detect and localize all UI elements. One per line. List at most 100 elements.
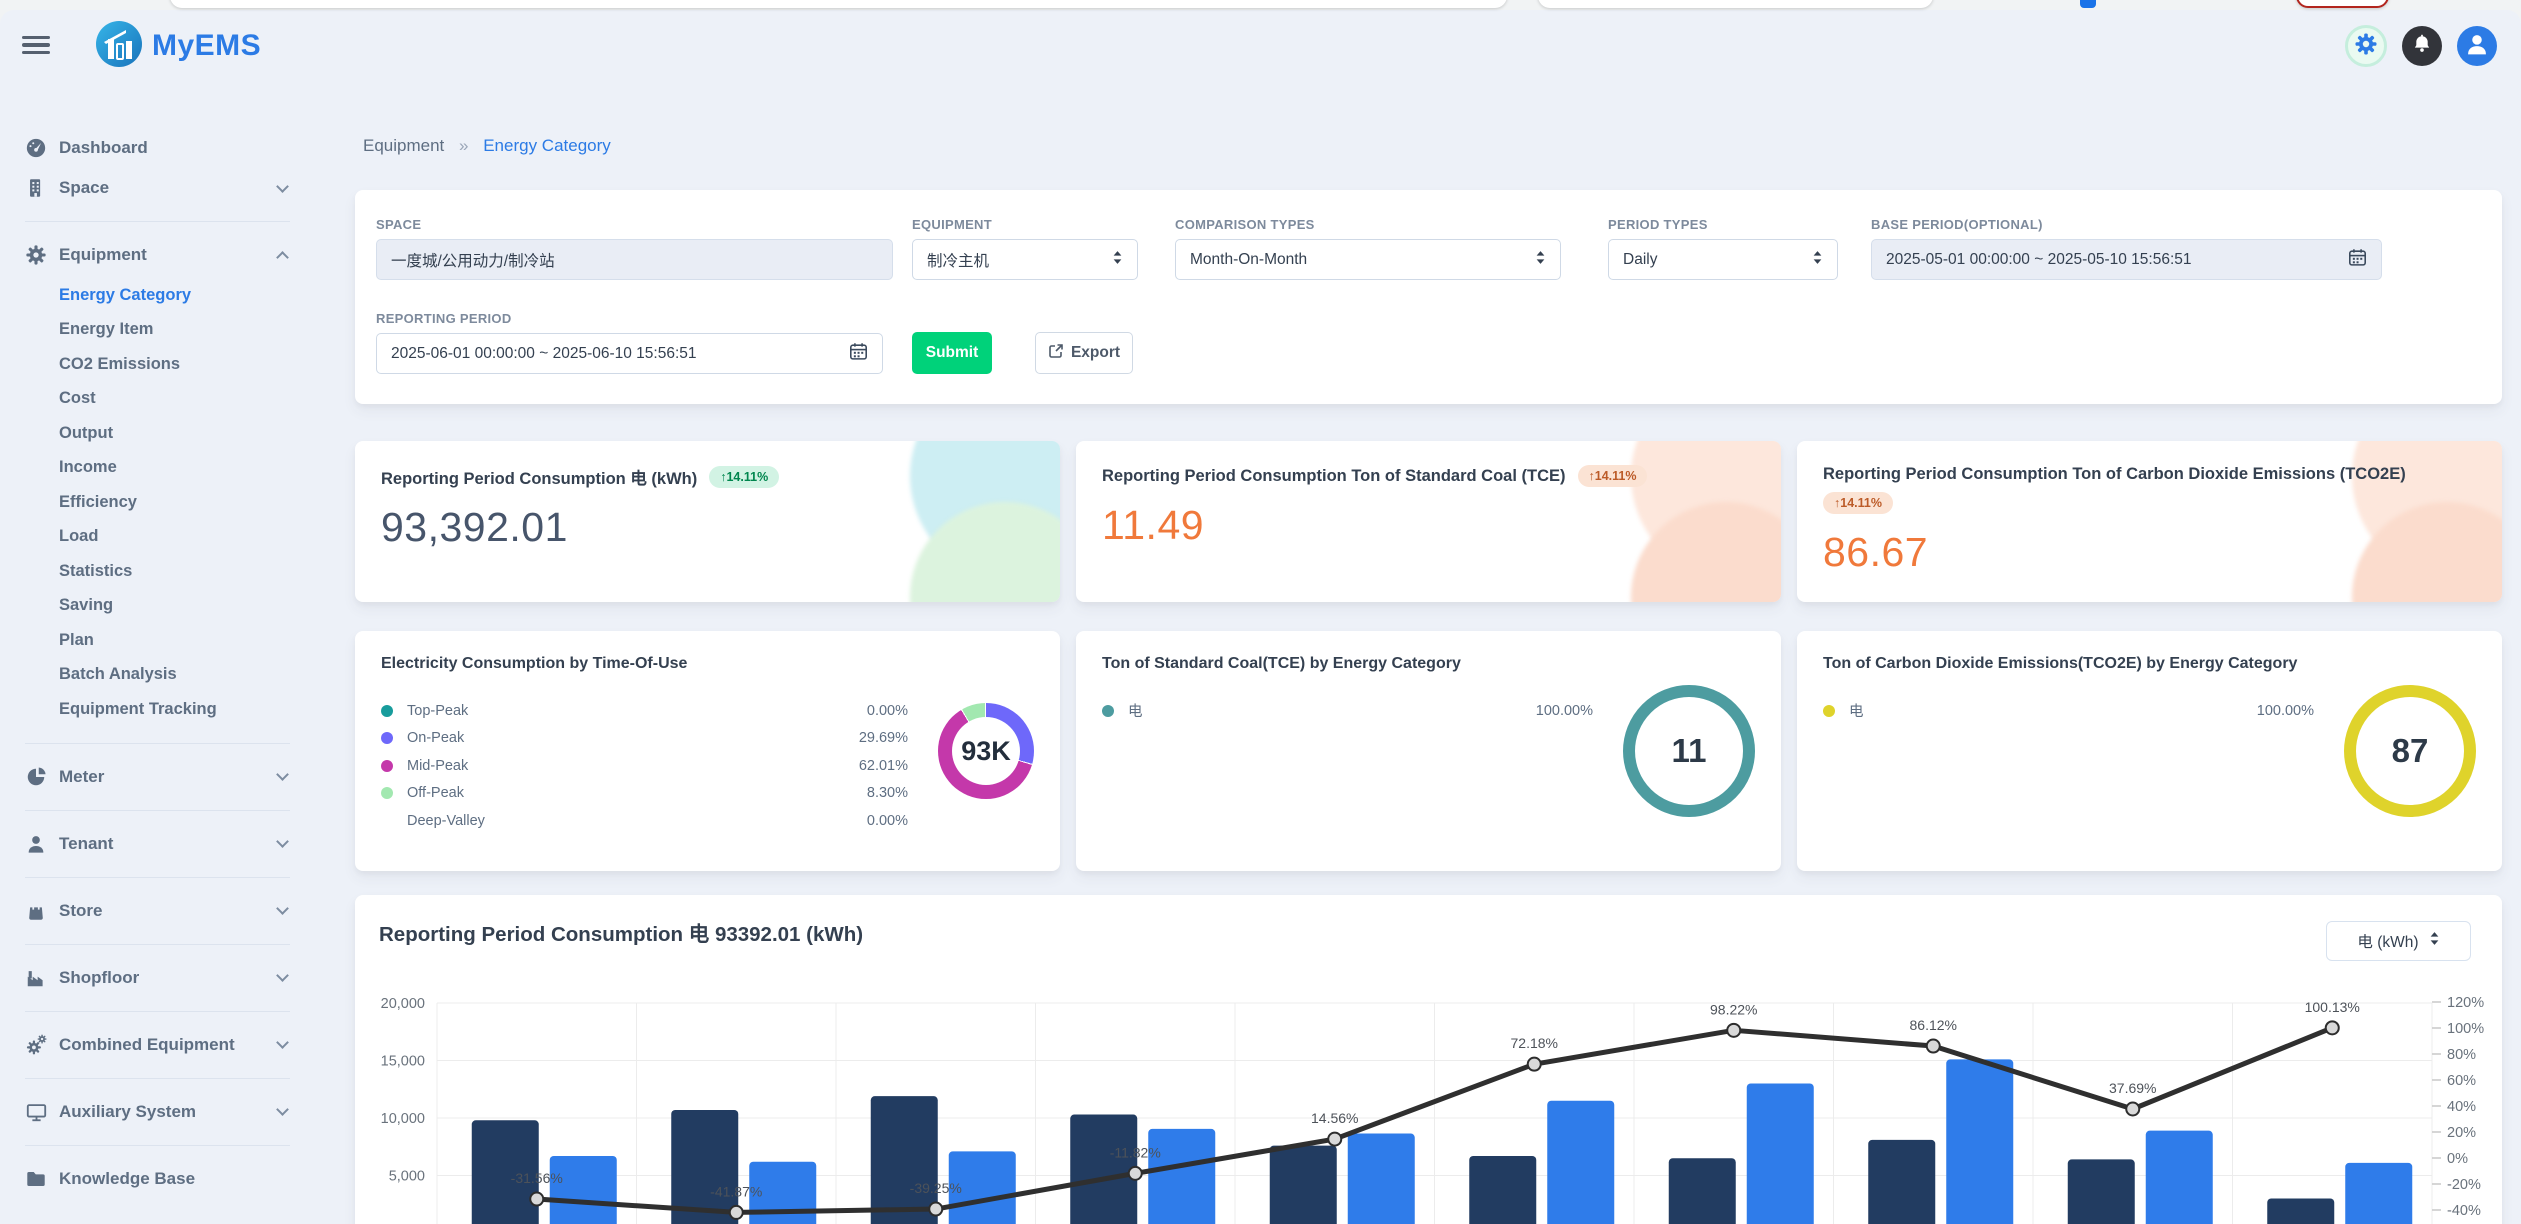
- donut-cards-row: Electricity Consumption by Time-Of-Use T…: [355, 631, 2502, 871]
- sidebar-item-dashboard[interactable]: Dashboard: [25, 131, 355, 165]
- legend-label: Mid-Peak: [407, 758, 468, 774]
- sidebar-subitem-load[interactable]: Load: [25, 520, 355, 555]
- sidebar-item-label: Space: [59, 178, 109, 198]
- legend-item-电[interactable]: 电 100.00%: [1102, 697, 1623, 725]
- person-icon: [2464, 31, 2490, 62]
- legend-item-电[interactable]: 电 100.00%: [1823, 697, 2344, 725]
- chevron-down-icon: [276, 768, 289, 781]
- breadcrumb-equipment[interactable]: Equipment: [363, 136, 444, 155]
- equipment-select[interactable]: 制冷主机: [912, 239, 1138, 280]
- sidebar-divider: [25, 221, 290, 222]
- legend-value: 100.00%: [2257, 703, 2344, 719]
- legend-dot: [381, 787, 393, 799]
- sidebar-subitem-cost[interactable]: Cost: [25, 382, 355, 417]
- legend-item-top-peak[interactable]: Top-Peak 0.00%: [381, 697, 938, 725]
- svg-text:-40%: -40%: [2447, 1203, 2481, 1219]
- period-types-select[interactable]: Daily: [1608, 239, 1838, 280]
- sidebar-subitem-batch-analysis[interactable]: Batch Analysis: [25, 658, 355, 693]
- brand-logo[interactable]: MyEMS: [96, 21, 261, 72]
- export-button[interactable]: Export: [1035, 332, 1133, 374]
- svg-text:15,000: 15,000: [381, 1054, 425, 1070]
- sidebar-subitem-output[interactable]: Output: [25, 416, 355, 451]
- comparison-select[interactable]: Month-On-Month: [1175, 239, 1561, 280]
- hamburger-menu-icon[interactable]: [22, 36, 50, 55]
- trend-badge: ↑14.11%: [709, 466, 779, 488]
- stat-card-title: Reporting Period Consumption 电 (kWh): [381, 465, 697, 489]
- sidebar-subitem-efficiency[interactable]: Efficiency: [25, 485, 355, 520]
- sidebar-item-store[interactable]: Store: [25, 894, 355, 928]
- legend-label: 电: [1849, 700, 1864, 721]
- sidebar-subitem-saving[interactable]: Saving: [25, 589, 355, 624]
- svg-text:72.18%: 72.18%: [1511, 1035, 1558, 1051]
- submit-button[interactable]: Submit: [912, 332, 992, 374]
- stat-card-1: Reporting Period Consumption Ton of Stan…: [1076, 441, 1781, 602]
- svg-text:-31.56%: -31.56%: [511, 1170, 563, 1186]
- base-period-input[interactable]: 2025-05-01 00:00:00 ~ 2025-05-10 15:56:5…: [1871, 239, 2382, 280]
- sidebar-item-knowledge-base[interactable]: Knowledge Base: [25, 1162, 355, 1196]
- brand-name: MyEMS: [152, 29, 261, 63]
- sidebar-subitem-plan[interactable]: Plan: [25, 623, 355, 658]
- sidebar-item-combined-equipment[interactable]: Combined Equipment: [25, 1028, 355, 1062]
- chevron-down-icon: [276, 902, 289, 915]
- base-period-label: BASE PERIOD(OPTIONAL): [1871, 217, 2382, 232]
- donut-card-title: Electricity Consumption by Time-Of-Use: [381, 655, 938, 673]
- sidebar-subitem-energy-category[interactable]: Energy Category: [25, 278, 355, 313]
- sidebar-subitem-equipment-tracking[interactable]: Equipment Tracking: [25, 692, 355, 727]
- sidebar-subitem-energy-item[interactable]: Energy Item: [25, 313, 355, 348]
- sidebar-divider: [25, 877, 290, 878]
- space-input[interactable]: 一度城/公用动力/制冷站: [376, 239, 893, 280]
- chevron-down-icon: [276, 180, 289, 193]
- legend-label: Deep-Valley: [407, 813, 485, 829]
- sidebar-item-space[interactable]: Space: [25, 171, 355, 205]
- sidebar-item-label: Meter: [59, 767, 104, 787]
- legend-item-deep-valley[interactable]: Deep-Valley 0.00%: [381, 807, 938, 835]
- breadcrumb-energy-category[interactable]: Energy Category: [483, 136, 611, 155]
- reporting-period-input[interactable]: 2025-06-01 00:00:00 ~ 2025-06-10 15:56:5…: [376, 333, 883, 374]
- space-label: SPACE: [376, 217, 893, 232]
- factory-icon: [25, 967, 47, 989]
- sidebar-item-label: Shopfloor: [59, 968, 139, 988]
- calendar-icon: [849, 342, 868, 366]
- svg-text:-39.25%: -39.25%: [910, 1180, 962, 1196]
- myems-logo-icon: [96, 21, 142, 72]
- comparison-label: COMPARISON TYPES: [1175, 217, 1561, 232]
- legend-item-mid-peak[interactable]: Mid-Peak 62.01%: [381, 752, 938, 780]
- sidebar-item-shopfloor[interactable]: Shopfloor: [25, 961, 355, 995]
- svg-text:20,000: 20,000: [381, 996, 425, 1012]
- bag-icon: [25, 900, 47, 922]
- svg-text:100%: 100%: [2447, 1021, 2484, 1037]
- sidebar-item-auxiliary-system[interactable]: Auxiliary System: [25, 1095, 355, 1129]
- sidebar-subitem-income[interactable]: Income: [25, 451, 355, 486]
- consumption-chart-card: Reporting Period Consumption 电 93392.01 …: [355, 895, 2502, 1224]
- svg-text:14.56%: 14.56%: [1311, 1110, 1358, 1126]
- equipment-label: EQUIPMENT: [912, 217, 1138, 232]
- sidebar-subitem-statistics[interactable]: Statistics: [25, 554, 355, 589]
- sidebar-item-tenant[interactable]: Tenant: [25, 827, 355, 861]
- breadcrumb-separator: »: [459, 136, 468, 155]
- donut-legend: 电 100.00%: [1823, 697, 2344, 725]
- chart-unit-select[interactable]: 电 (kWh): [2326, 921, 2471, 961]
- chevron-up-icon: [276, 251, 289, 264]
- notifications-button[interactable]: [2402, 26, 2442, 66]
- legend-dot: [1102, 705, 1114, 717]
- browser-search-box: [1538, 0, 1933, 8]
- legend-value: 8.30%: [867, 785, 938, 801]
- sidebar-item-equipment[interactable]: Equipment: [25, 238, 355, 272]
- user-avatar[interactable]: [2457, 26, 2497, 66]
- monitor-icon: [25, 1101, 47, 1123]
- svg-text:10,000: 10,000: [381, 1111, 425, 1127]
- svg-text:120%: 120%: [2447, 995, 2484, 1011]
- sidebar-item-meter[interactable]: Meter: [25, 760, 355, 794]
- sidebar-subitem-co2-emissions[interactable]: CO2 Emissions: [25, 347, 355, 382]
- gear-icon: [2354, 32, 2378, 61]
- space-field: SPACE 一度城/公用动力/制冷站: [376, 217, 893, 280]
- sidebar-item-label: Equipment: [59, 245, 147, 265]
- donut-card-title: Ton of Carbon Dioxide Emissions(TCO2E) b…: [1823, 655, 2344, 673]
- pie-icon: [25, 766, 47, 788]
- settings-button[interactable]: [2345, 25, 2387, 67]
- legend-item-on-peak[interactable]: On-Peak 29.69%: [381, 725, 938, 753]
- folder-icon: [25, 1168, 47, 1190]
- legend-dot: [381, 732, 393, 744]
- legend-dot: [381, 815, 393, 827]
- legend-item-off-peak[interactable]: Off-Peak 8.30%: [381, 780, 938, 808]
